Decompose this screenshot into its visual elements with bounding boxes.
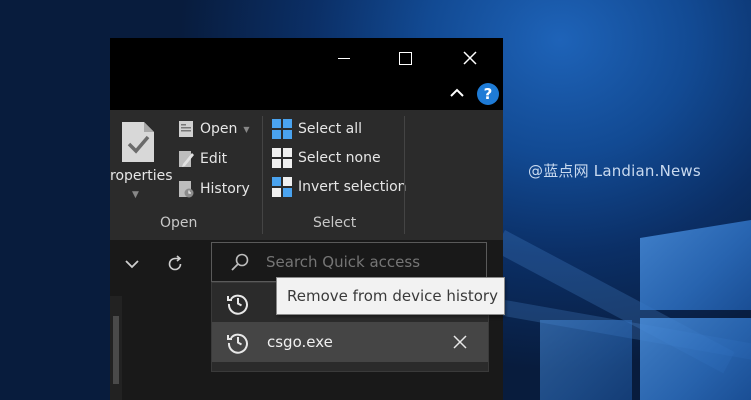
title-bar	[110, 38, 503, 78]
minimize-button[interactable]	[315, 38, 373, 78]
minimize-icon	[338, 57, 350, 59]
ribbon-group-select-label: Select	[313, 215, 357, 231]
history-button[interactable]: History	[178, 180, 250, 198]
remove-icon	[453, 335, 467, 349]
ribbon-group-divider	[404, 116, 405, 234]
chevron-down-icon: ▼	[132, 190, 139, 200]
chevron-up-icon	[450, 88, 464, 97]
refresh-icon	[168, 255, 182, 271]
history-label: History	[200, 181, 250, 197]
close-button[interactable]	[441, 38, 499, 78]
edit-button[interactable]: Edit	[178, 150, 227, 168]
remove-history-button[interactable]	[450, 332, 470, 352]
open-icon	[179, 121, 193, 137]
invert-selection-label: Invert selection	[298, 179, 407, 195]
select-all-icon	[272, 119, 292, 139]
ribbon-group-open-label: Open	[160, 215, 198, 231]
windows-logo-pane	[640, 220, 751, 310]
properties-icon	[122, 122, 154, 162]
select-none-icon	[272, 148, 292, 168]
ribbon-panel: roperties ▼ Open ▼ Edit History Open Sel…	[110, 110, 503, 240]
invert-selection-icon	[272, 177, 292, 197]
scrollbar-thumb[interactable]	[113, 316, 119, 384]
file-explorer-window: ? roperties ▼ Open ▼ Edit History Open S…	[110, 38, 503, 400]
select-all-button[interactable]: Select all	[272, 119, 362, 139]
ribbon-tab-bar: ?	[110, 78, 503, 110]
help-icon: ?	[483, 85, 493, 103]
navigation-pane-scrollbar[interactable]	[110, 296, 122, 400]
edit-label: Edit	[200, 151, 228, 167]
refresh-button[interactable]	[162, 251, 188, 277]
help-button[interactable]: ?	[477, 83, 499, 105]
windows-logo-pane	[640, 318, 751, 400]
ribbon-group-divider	[262, 116, 263, 234]
select-all-label: Select all	[298, 121, 362, 137]
properties-button[interactable]: roperties ▼	[110, 116, 173, 206]
maximize-button[interactable]	[376, 38, 434, 78]
chevron-down-icon	[125, 260, 139, 269]
close-icon	[463, 51, 477, 65]
search-box[interactable]	[211, 242, 487, 282]
open-button[interactable]: Open ▼	[178, 120, 250, 138]
search-input[interactable]	[266, 250, 476, 274]
select-none-label: Select none	[298, 150, 381, 166]
open-label: Open	[200, 121, 238, 137]
invert-selection-button[interactable]: Invert selection	[272, 177, 407, 197]
select-none-button[interactable]: Select none	[272, 148, 381, 168]
list-item[interactable]: csgo.exe	[212, 322, 488, 362]
properties-label: roperties	[110, 168, 173, 184]
collapse-ribbon-button[interactable]	[448, 84, 470, 106]
history-clock-icon	[227, 333, 248, 354]
history-item-label: csgo.exe	[267, 333, 333, 351]
chevron-down-icon: ▼	[243, 124, 250, 134]
recent-locations-button[interactable]	[120, 252, 144, 276]
history-clock-icon	[227, 294, 248, 315]
maximize-icon	[398, 51, 412, 65]
tooltip: Remove from device history	[276, 277, 505, 315]
edit-icon	[179, 151, 194, 167]
watermark: @蓝点网 Landian.News	[528, 162, 701, 180]
windows-logo-pane	[540, 320, 632, 400]
search-icon	[231, 253, 249, 271]
history-icon	[179, 181, 194, 198]
